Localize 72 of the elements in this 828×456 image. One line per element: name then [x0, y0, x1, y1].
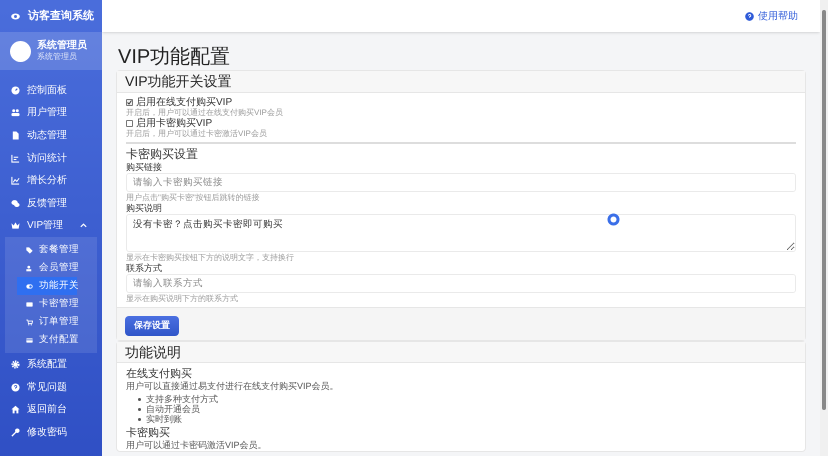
nav-item[interactable]: 常见问题	[0, 376, 102, 398]
scrollbar[interactable]	[820, 0, 828, 456]
nav-item[interactable]: 系统配置	[0, 353, 102, 376]
save-button[interactable]: 保存设置	[125, 316, 179, 336]
nav-item[interactable]: 增长分析	[0, 169, 102, 192]
chart-icon	[11, 154, 20, 163]
nav-item[interactable]: 返回前台	[0, 398, 102, 421]
comments-icon	[11, 198, 20, 208]
user-role: 系统管理员	[37, 51, 78, 62]
document-icon	[11, 130, 20, 140]
field-label: 购买说明	[126, 203, 162, 214]
section-heading: 在线支付购买	[126, 367, 193, 381]
list-item: 支持多种支付方式	[146, 394, 218, 404]
nav-item[interactable]: 访问统计	[0, 146, 102, 170]
users-icon	[11, 108, 20, 118]
nav-item[interactable]: VIP管理	[0, 214, 102, 238]
question-icon	[11, 382, 20, 392]
bullet-icon	[138, 398, 141, 400]
submenu-item[interactable]: 会员管理	[17, 259, 77, 278]
help-link[interactable]: 使用帮助	[745, 8, 798, 24]
nav-item[interactable]: 控制面板	[0, 79, 102, 102]
help-icon	[745, 12, 754, 20]
section-heading: 卡密购买	[126, 426, 171, 440]
submenu-item[interactable]: 套餐管理	[17, 241, 77, 260]
gauge-icon	[11, 86, 20, 95]
home-icon	[11, 405, 20, 414]
hint-text: 用户点击"购买卡密"按钮后跳转的链接	[126, 193, 261, 203]
submenu-item[interactable]: 支付配置	[17, 331, 77, 350]
field-label: 购买链接	[126, 162, 162, 173]
input-field[interactable]: 请输入联系方式	[126, 274, 796, 293]
hint-text: 显示在购买说明下方的联系方式	[126, 294, 239, 304]
line-chart-icon	[11, 176, 20, 186]
nav-item[interactable]: 反馈管理	[0, 192, 102, 215]
bullet-icon	[138, 418, 141, 420]
key-icon	[11, 428, 20, 437]
floating-chat-icon[interactable]	[607, 213, 620, 226]
section-title: 卡密购买设置	[126, 147, 199, 162]
toggle-icon	[26, 282, 33, 290]
textarea-field[interactable]: 没有卡密？点击购买卡密即可购买	[126, 214, 796, 252]
hint-text: 开启后，用户可以通过在线支付购买VIP会员	[126, 108, 284, 118]
submenu-item[interactable]: 订单管理	[17, 313, 77, 332]
tag-icon	[26, 246, 33, 254]
nav-item[interactable]: 用户管理	[0, 102, 102, 124]
nav-item[interactable]: 修改密码	[0, 420, 102, 444]
submenu-item[interactable]: 功能开关	[17, 277, 77, 296]
cart-icon	[26, 318, 33, 326]
field-label: 联系方式	[126, 263, 162, 274]
hint-text: 显示在卡密购买按钮下方的说明文字，支持换行	[126, 253, 295, 263]
credit-card-icon	[26, 336, 33, 344]
checkbox[interactable]	[126, 99, 133, 106]
checkbox[interactable]	[126, 120, 133, 127]
list-item: 实时到账	[146, 414, 182, 424]
card-title: VIP功能开关设置	[117, 71, 805, 93]
description-text: 用户可以通过卡密码激活VIP会员。	[126, 440, 268, 451]
bullet-icon	[138, 408, 141, 410]
app-title: 访客查询系统	[28, 8, 94, 24]
crown-icon	[11, 221, 20, 230]
eye-icon	[11, 12, 20, 20]
checkbox-option[interactable]: 启用在线支付购买VIP	[126, 97, 796, 108]
list-item: 自动开通会员	[146, 404, 200, 414]
user-icon	[26, 264, 33, 272]
hint-text: 开启后，用户可以通过卡密激活VIP会员	[126, 129, 268, 139]
description-text: 用户可以直接通过易支付进行在线支付购买VIP会员。	[126, 381, 340, 392]
avatar	[10, 40, 31, 62]
submenu-item[interactable]: 卡密管理	[17, 295, 77, 314]
user-name: 系统管理员	[37, 40, 87, 51]
card-icon	[26, 300, 33, 308]
page-title: VIP功能配置	[117, 46, 232, 68]
card-title: 功能说明	[117, 342, 805, 363]
input-field[interactable]: 请输入卡密购买链接	[126, 173, 796, 192]
checkbox-option[interactable]: 启用卡密购买VIP	[126, 118, 796, 129]
nav-item[interactable]: 动态管理	[0, 124, 102, 147]
